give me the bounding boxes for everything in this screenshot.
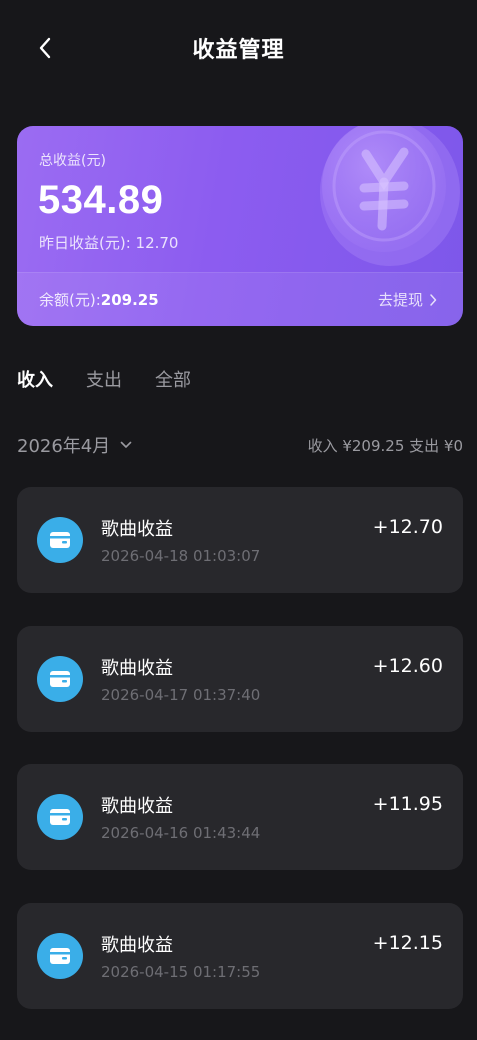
record-time: 2026-04-16 01:43:44	[101, 824, 261, 842]
withdraw-button[interactable]: 去提现	[378, 289, 437, 310]
chevron-down-icon	[120, 441, 132, 448]
filter-row: 2026年4月 收入 ¥209.25 支出 ¥0	[17, 430, 463, 460]
record-amount: +12.15	[372, 932, 443, 954]
record-title: 歌曲收益	[101, 935, 173, 956]
total-earnings-amount: 534.89	[38, 178, 164, 222]
yesterday-earnings: 昨日收益(元): 12.70	[39, 234, 179, 252]
list-item[interactable]: 歌曲收益 2026-04-18 01:03:07 +12.70	[17, 487, 463, 593]
top-bar: 收益管理	[0, 0, 477, 96]
record-time: 2026-04-18 01:03:07	[101, 547, 261, 565]
earnings-card: 总收益(元) 534.89 昨日收益(元): 12.70 余额(元):209.2…	[17, 126, 463, 326]
record-amount: +12.60	[372, 655, 443, 677]
wallet-icon	[37, 794, 83, 840]
record-title: 歌曲收益	[101, 658, 173, 679]
card-footer: 余额(元):209.25 去提现	[17, 272, 463, 326]
tab-all[interactable]: 全部	[155, 366, 191, 396]
tab-expense[interactable]: 支出	[86, 366, 122, 396]
record-amount: +12.70	[372, 516, 443, 538]
tab-bar: 收入 支出 全部	[17, 366, 191, 396]
balance-value: 209.25	[100, 291, 159, 309]
record-title: 歌曲收益	[101, 796, 173, 817]
balance-label: 余额(元):	[39, 291, 101, 309]
chevron-right-icon	[430, 293, 437, 306]
record-title: 歌曲收益	[101, 519, 173, 540]
list-item[interactable]: 歌曲收益 2026-04-16 01:43:44 +11.95	[17, 764, 463, 870]
yuan-coin-icon	[320, 126, 460, 266]
page-title: 收益管理	[192, 38, 285, 63]
wallet-icon	[37, 656, 83, 702]
month-picker[interactable]: 2026年4月	[17, 432, 132, 458]
month-summary: 收入 ¥209.25 支出 ¥0	[307, 437, 463, 455]
wallet-icon	[37, 517, 83, 563]
tab-income[interactable]: 收入	[17, 366, 53, 396]
record-time: 2026-04-15 01:17:55	[101, 963, 261, 981]
wallet-icon	[37, 933, 83, 979]
list-item[interactable]: 歌曲收益 2026-04-17 01:37:40 +12.60	[17, 626, 463, 732]
withdraw-label: 去提现	[377, 291, 423, 309]
month-label: 2026年4月	[17, 436, 111, 457]
list-item[interactable]: 歌曲收益 2026-04-15 01:17:55 +12.15	[17, 903, 463, 1009]
total-earnings-label: 总收益(元)	[39, 153, 106, 169]
balance: 余额(元):209.25	[39, 289, 159, 310]
record-amount: +11.95	[372, 793, 443, 815]
record-time: 2026-04-17 01:37:40	[101, 686, 261, 704]
